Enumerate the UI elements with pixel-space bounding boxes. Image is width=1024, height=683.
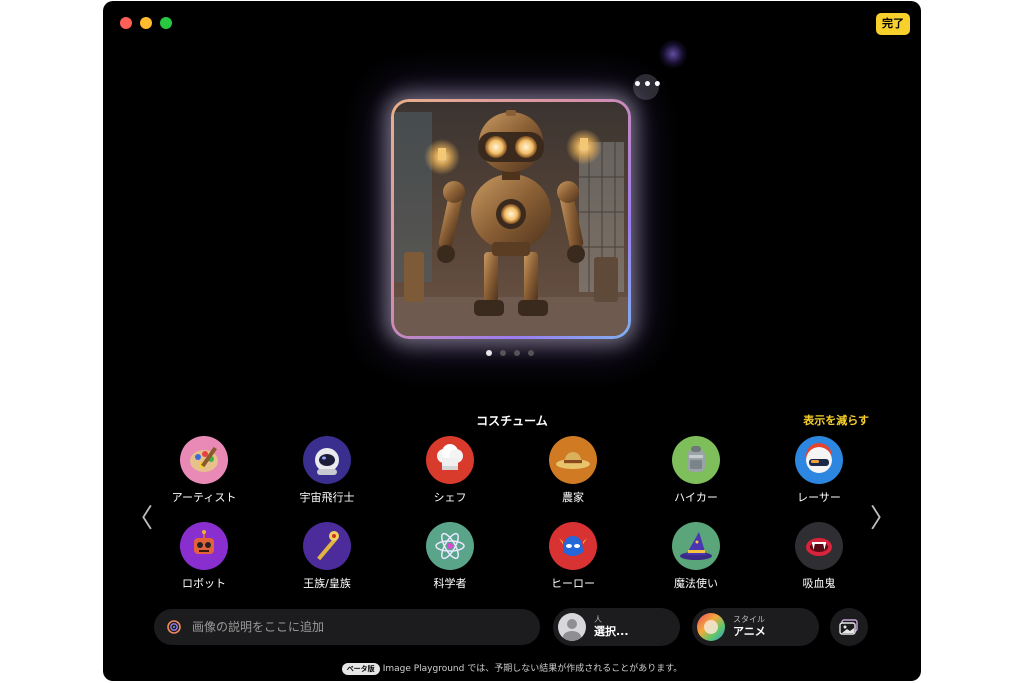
minimize-window-button[interactable] [140, 17, 152, 29]
page-dot[interactable] [486, 350, 492, 356]
costume-label: ロボット [182, 577, 226, 590]
astronaut-icon [303, 436, 351, 484]
prev-page-button[interactable]: 〈 [127, 498, 153, 535]
straw-hat-icon [549, 436, 597, 484]
image-playground-window: 完了 ••• コスチューム 表示を減らす 〈 〉 アーティスト 宇宙飛行士 シェ… [103, 1, 921, 681]
backpack-icon [672, 436, 720, 484]
costume-item-wizard[interactable]: 魔法使い [646, 522, 746, 591]
costume-label: 吸血鬼 [802, 577, 836, 590]
vampire-mouth-icon [795, 522, 843, 570]
costume-label: 魔法使い [674, 577, 718, 590]
wizard-hat-icon [672, 522, 720, 570]
more-options-button[interactable]: ••• [633, 74, 662, 100]
add-image-button[interactable] [830, 608, 868, 646]
close-window-button[interactable] [120, 17, 132, 29]
prompt-field[interactable] [154, 609, 540, 645]
style-selector[interactable]: スタイル アニメ [692, 608, 819, 646]
costume-label: 農家 [562, 491, 584, 504]
footer-disclaimer: ベータ版 Image Playground では、予期しない結果が作成されることが… [103, 661, 921, 675]
costume-item-robot[interactable]: ロボット [154, 522, 254, 591]
glow-orb-icon [658, 39, 688, 69]
costume-label: レーサー [797, 491, 841, 504]
costume-item-farmer[interactable]: 農家 [523, 436, 623, 505]
racing-helmet-icon [795, 436, 843, 484]
photo-icon [839, 619, 858, 635]
hero-mask-icon [549, 522, 597, 570]
costume-label: 宇宙飛行士 [299, 491, 355, 504]
show-less-button[interactable]: 表示を減らす [803, 412, 869, 428]
page-dot[interactable] [500, 350, 506, 356]
atom-icon [426, 522, 474, 570]
person-value: 選択... [594, 625, 629, 638]
robot-illustration [394, 102, 628, 336]
done-button[interactable]: 完了 [876, 13, 910, 35]
costume-label: 科学者 [433, 577, 467, 590]
costume-item-scientist[interactable]: 科学者 [400, 522, 500, 591]
style-caption: スタイル [733, 615, 765, 624]
costume-item-vampire[interactable]: 吸血鬼 [769, 522, 869, 591]
page-dot[interactable] [514, 350, 520, 356]
costume-label: ヒーロー [551, 577, 595, 590]
palette-icon [180, 436, 228, 484]
generated-image-frame [391, 99, 631, 339]
generated-image[interactable] [394, 102, 628, 336]
costume-item-hiker[interactable]: ハイカー [646, 436, 746, 505]
costume-item-hero[interactable]: ヒーロー [523, 522, 623, 591]
beta-badge: ベータ版 [341, 662, 380, 675]
costume-item-racer[interactable]: レーサー [769, 436, 869, 505]
chef-hat-icon [426, 436, 474, 484]
prompt-input[interactable] [190, 619, 514, 635]
costume-item-royalty[interactable]: 王族/皇族 [277, 522, 377, 591]
person-selector[interactable]: 人 選択... [553, 608, 680, 646]
robot-icon [180, 522, 228, 570]
page-indicator [486, 350, 534, 356]
style-value: アニメ [733, 625, 766, 638]
playground-sparkle-icon [167, 620, 181, 634]
zoom-window-button[interactable] [160, 17, 172, 29]
person-caption: 人 [594, 615, 602, 624]
scepter-icon [303, 522, 351, 570]
costume-label: アーティスト [171, 491, 237, 504]
costume-item-chef[interactable]: シェフ [400, 436, 500, 505]
costume-label: 王族/皇族 [303, 577, 351, 590]
costume-item-artist[interactable]: アーティスト [154, 436, 254, 505]
disclaimer-text: Image Playground では、予期しない結果が作成されることがあります… [382, 664, 683, 674]
person-avatar-icon [558, 613, 586, 641]
costume-item-astronaut[interactable]: 宇宙飛行士 [277, 436, 377, 505]
window-controls [120, 17, 172, 29]
costume-label: ハイカー [674, 491, 718, 504]
next-page-button[interactable]: 〉 [870, 498, 896, 535]
page-dot[interactable] [528, 350, 534, 356]
costume-label: シェフ [433, 491, 467, 504]
style-anime-icon [697, 613, 725, 641]
section-title: コスチューム [476, 414, 548, 428]
